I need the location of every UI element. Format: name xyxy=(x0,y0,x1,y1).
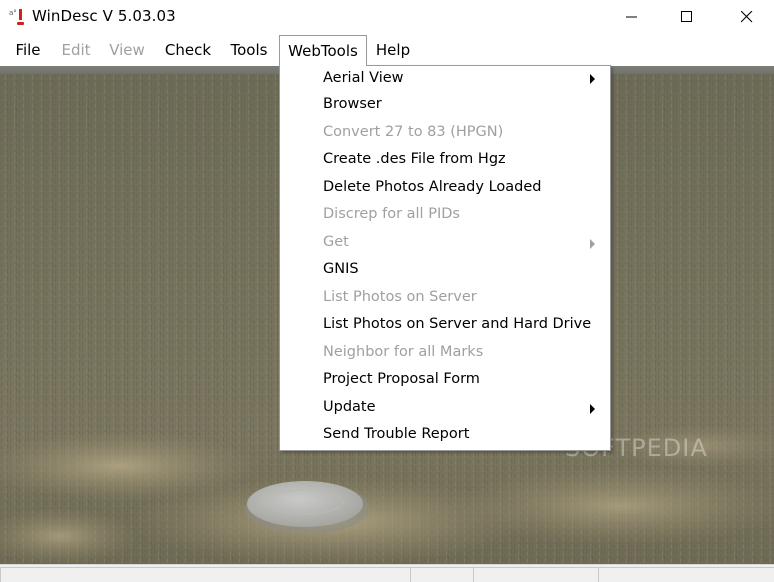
status-panel-3 xyxy=(473,567,598,582)
minimize-button[interactable] xyxy=(609,0,655,34)
menu-item-aerial-view[interactable]: Aerial View xyxy=(280,66,610,93)
menu-check[interactable]: Check xyxy=(160,35,216,66)
status-bar xyxy=(0,564,774,582)
menu-item-neighbor-all-marks[interactable]: Neighbor for all Marks xyxy=(280,341,610,368)
menu-item-label: Update xyxy=(323,399,376,415)
minimize-icon xyxy=(626,16,637,18)
menu-item-label: Send Trouble Report xyxy=(323,426,470,442)
menu-webtools[interactable]: WebTools xyxy=(279,35,367,66)
menu-item-gnis[interactable]: GNIS xyxy=(280,258,610,285)
menu-item-label: List Photos on Server and Hard Drive xyxy=(323,316,592,332)
svg-text:a°: a° xyxy=(9,9,17,17)
menu-item-convert-27-to-83[interactable]: Convert 27 to 83 (HPGN) xyxy=(280,121,610,148)
close-icon xyxy=(741,11,753,23)
menu-file[interactable]: File xyxy=(9,35,47,66)
menu-view[interactable]: View xyxy=(104,35,150,66)
menu-tools[interactable]: Tools xyxy=(224,35,274,66)
submenu-arrow-icon xyxy=(590,74,595,84)
menu-item-discrep-all-pids[interactable]: Discrep for all PIDs xyxy=(280,203,610,230)
status-panel-4 xyxy=(598,567,774,582)
status-panel-2 xyxy=(410,567,473,582)
maximize-button[interactable] xyxy=(664,0,710,34)
menu-item-label: Aerial View xyxy=(323,70,404,86)
title-bar[interactable]: a° WinDesc V 5.03.03 xyxy=(0,0,774,34)
menu-item-browser[interactable]: Browser xyxy=(280,93,610,120)
menu-item-label: Neighbor for all Marks xyxy=(323,344,484,360)
menu-item-create-des-file[interactable]: Create .des File from Hgz xyxy=(280,148,610,175)
menu-edit[interactable]: Edit xyxy=(56,35,96,66)
menu-item-label: Delete Photos Already Loaded xyxy=(323,179,542,195)
menu-item-label: Convert 27 to 83 (HPGN) xyxy=(323,124,504,140)
menu-item-label: List Photos on Server xyxy=(323,289,477,305)
menu-item-list-photos-server-hard-drive[interactable]: List Photos on Server and Hard Drive xyxy=(280,313,610,340)
menu-item-label: Project Proposal Form xyxy=(323,371,480,387)
menu-item-label: Browser xyxy=(323,96,382,112)
windesc-window: a° WinDesc V 5.03.03 File Edit View Chec… xyxy=(0,0,774,582)
menu-item-label: Discrep for all PIDs xyxy=(323,206,460,222)
menu-item-label: GNIS xyxy=(323,261,359,277)
menu-item-project-proposal-form[interactable]: Project Proposal Form xyxy=(280,368,610,395)
menu-help[interactable]: Help xyxy=(372,35,414,66)
menu-item-list-photos-server[interactable]: List Photos on Server xyxy=(280,286,610,313)
menu-item-update[interactable]: Update xyxy=(280,396,610,423)
submenu-arrow-icon xyxy=(590,239,595,249)
menu-item-label: Get xyxy=(323,234,349,250)
menu-item-label: Create .des File from Hgz xyxy=(323,151,506,167)
menu-item-send-trouble-report[interactable]: Send Trouble Report xyxy=(280,423,610,450)
menu-item-delete-photos[interactable]: Delete Photos Already Loaded xyxy=(280,176,610,203)
webtools-dropdown: Aerial View Browser Convert 27 to 83 (HP… xyxy=(279,65,611,451)
close-button[interactable] xyxy=(724,0,770,34)
status-panel-main xyxy=(0,567,410,582)
submenu-arrow-icon xyxy=(590,404,595,414)
windesc-app-icon: a° xyxy=(9,7,27,27)
maximize-icon xyxy=(681,11,692,22)
window-title: WinDesc V 5.03.03 xyxy=(32,7,176,25)
menu-item-get[interactable]: Get xyxy=(280,231,610,258)
menu-bar: File Edit View Check Tools WebTools Help xyxy=(0,35,774,66)
